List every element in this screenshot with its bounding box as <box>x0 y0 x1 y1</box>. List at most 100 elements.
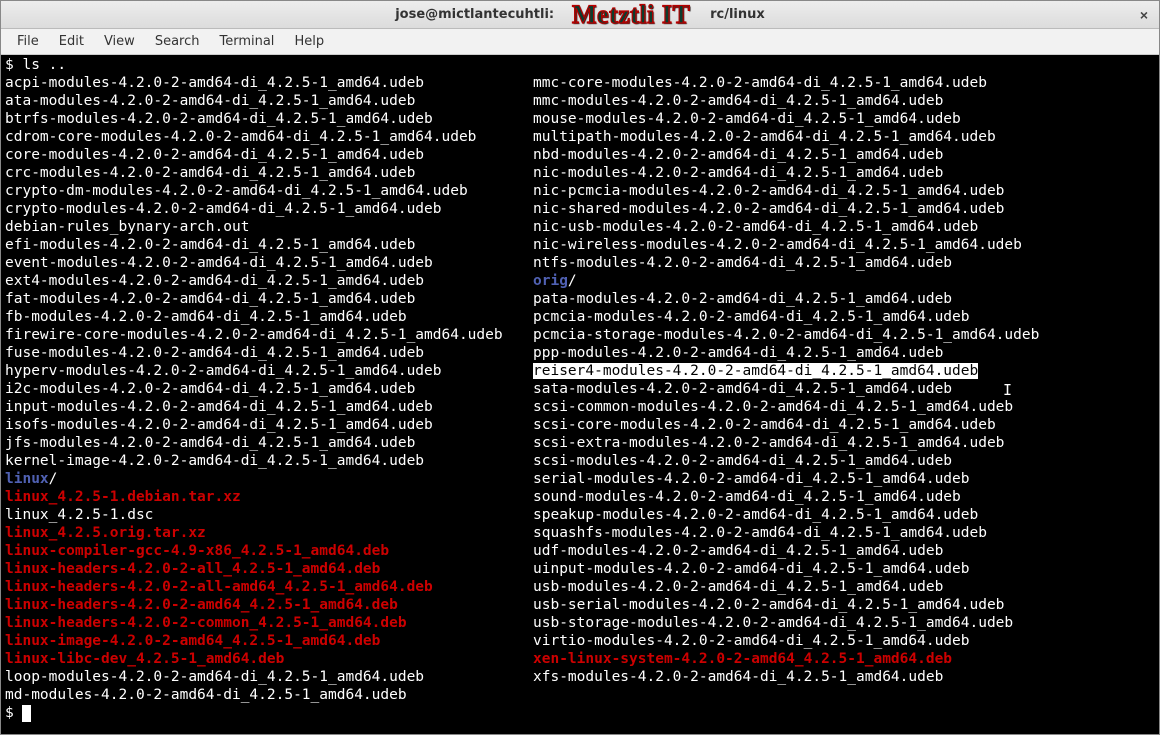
file-name: loop-modules-4.2.0-2-amd64-di_4.2.5-1_am… <box>5 669 424 685</box>
file-entry: debian-rules_bynary-arch.out <box>5 218 533 236</box>
prompt-line: $ ls .. <box>5 56 1155 74</box>
file-name: debian-rules_bynary-arch.out <box>5 219 249 235</box>
file-entry: serial-modules-4.2.0-2-amd64-di_4.2.5-1_… <box>533 470 1155 488</box>
file-entry: nbd-modules-4.2.0-2-amd64-di_4.2.5-1_amd… <box>533 146 1155 164</box>
file-entry: ext4-modules-4.2.0-2-amd64-di_4.2.5-1_am… <box>5 272 533 290</box>
file-entry: uinput-modules-4.2.0-2-amd64-di_4.2.5-1_… <box>533 560 1155 578</box>
close-button[interactable]: × <box>1135 6 1153 24</box>
watermark-logo: Metztli IT <box>572 0 690 30</box>
file-entry: multipath-modules-4.2.0-2-amd64-di_4.2.5… <box>533 128 1155 146</box>
file-name: scsi-common-modules-4.2.0-2-amd64-di_4.2… <box>533 399 1013 415</box>
file-name: core-modules-4.2.0-2-amd64-di_4.2.5-1_am… <box>5 147 424 163</box>
menu-search[interactable]: Search <box>147 31 208 52</box>
file-entry: linux/ <box>5 470 533 488</box>
file-name: linux-compiler-gcc-4.9-x86_4.2.5-1_amd64… <box>5 543 389 559</box>
file-name: nic-usb-modules-4.2.0-2-amd64-di_4.2.5-1… <box>533 219 978 235</box>
file-entry: squashfs-modules-4.2.0-2-amd64-di_4.2.5-… <box>533 524 1155 542</box>
file-entry: hyperv-modules-4.2.0-2-amd64-di_4.2.5-1_… <box>5 362 533 380</box>
menu-terminal[interactable]: Terminal <box>211 31 282 52</box>
file-name: linux_4.2.5-1.dsc <box>5 507 153 523</box>
terminal-viewport[interactable]: $ ls .. acpi-modules-4.2.0-2-amd64-di_4.… <box>1 55 1159 734</box>
file-entry: usb-modules-4.2.0-2-amd64-di_4.2.5-1_amd… <box>533 578 1155 596</box>
file-entry: linux_4.2.5-1.debian.tar.xz <box>5 488 533 506</box>
close-icon: × <box>1140 7 1148 23</box>
file-name: ntfs-modules-4.2.0-2-amd64-di_4.2.5-1_am… <box>533 255 952 271</box>
file-entry: reiser4-modules-4.2.0-2-amd64-di_4.2.5-1… <box>533 362 1155 380</box>
file-name: linux-headers-4.2.0-2-all_4.2.5-1_amd64.… <box>5 561 380 577</box>
file-entry: fat-modules-4.2.0-2-amd64-di_4.2.5-1_amd… <box>5 290 533 308</box>
file-name: xfs-modules-4.2.0-2-amd64-di_4.2.5-1_amd… <box>533 669 943 685</box>
file-entry: isofs-modules-4.2.0-2-amd64-di_4.2.5-1_a… <box>5 416 533 434</box>
file-name: mmc-core-modules-4.2.0-2-amd64-di_4.2.5-… <box>533 75 987 91</box>
file-name: linux-headers-4.2.0-2-common_4.2.5-1_amd… <box>5 615 407 631</box>
file-name: md-modules-4.2.0-2-amd64-di_4.2.5-1_amd6… <box>5 687 407 703</box>
file-entry: fuse-modules-4.2.0-2-amd64-di_4.2.5-1_am… <box>5 344 533 362</box>
file-entry: cdrom-core-modules-4.2.0-2-amd64-di_4.2.… <box>5 128 533 146</box>
file-entry: nic-modules-4.2.0-2-amd64-di_4.2.5-1_amd… <box>533 164 1155 182</box>
file-entry: nic-pcmcia-modules-4.2.0-2-amd64-di_4.2.… <box>533 182 1155 200</box>
file-name: orig <box>533 273 568 289</box>
file-entry: ppp-modules-4.2.0-2-amd64-di_4.2.5-1_amd… <box>533 344 1155 362</box>
menu-file[interactable]: File <box>9 31 47 52</box>
file-entry: btrfs-modules-4.2.0-2-amd64-di_4.2.5-1_a… <box>5 110 533 128</box>
file-entry: firewire-core-modules-4.2.0-2-amd64-di_4… <box>5 326 533 344</box>
file-name: nic-pcmcia-modules-4.2.0-2-amd64-di_4.2.… <box>533 183 1004 199</box>
file-name: hyperv-modules-4.2.0-2-amd64-di_4.2.5-1_… <box>5 363 442 379</box>
menu-view[interactable]: View <box>96 31 143 52</box>
file-name: linux_4.2.5.orig.tar.xz <box>5 525 206 541</box>
file-entry: md-modules-4.2.0-2-amd64-di_4.2.5-1_amd6… <box>5 686 533 704</box>
file-entry: usb-serial-modules-4.2.0-2-amd64-di_4.2.… <box>533 596 1155 614</box>
file-name: efi-modules-4.2.0-2-amd64-di_4.2.5-1_amd… <box>5 237 415 253</box>
file-entry: scsi-common-modules-4.2.0-2-amd64-di_4.2… <box>533 398 1155 416</box>
file-name: fuse-modules-4.2.0-2-amd64-di_4.2.5-1_am… <box>5 345 424 361</box>
file-name: sound-modules-4.2.0-2-amd64-di_4.2.5-1_a… <box>533 489 961 505</box>
file-name: fb-modules-4.2.0-2-amd64-di_4.2.5-1_amd6… <box>5 309 407 325</box>
file-entry: mmc-core-modules-4.2.0-2-amd64-di_4.2.5-… <box>533 74 1155 92</box>
file-entry: linux-headers-4.2.0-2-common_4.2.5-1_amd… <box>5 614 533 632</box>
file-name: jfs-modules-4.2.0-2-amd64-di_4.2.5-1_amd… <box>5 435 415 451</box>
file-name: pcmcia-modules-4.2.0-2-amd64-di_4.2.5-1_… <box>533 309 970 325</box>
file-name: input-modules-4.2.0-2-amd64-di_4.2.5-1_a… <box>5 399 433 415</box>
terminal-content[interactable]: $ ls .. acpi-modules-4.2.0-2-amd64-di_4.… <box>5 56 1155 730</box>
file-name: btrfs-modules-4.2.0-2-amd64-di_4.2.5-1_a… <box>5 111 433 127</box>
file-name: usb-serial-modules-4.2.0-2-amd64-di_4.2.… <box>533 597 1004 613</box>
file-name: ata-modules-4.2.0-2-amd64-di_4.2.5-1_amd… <box>5 93 415 109</box>
window-title: jose@mictlantecuhtli:___________________… <box>1 7 1159 22</box>
file-entry: core-modules-4.2.0-2-amd64-di_4.2.5-1_am… <box>5 146 533 164</box>
file-entry: loop-modules-4.2.0-2-amd64-di_4.2.5-1_am… <box>5 668 533 686</box>
file-name: acpi-modules-4.2.0-2-amd64-di_4.2.5-1_am… <box>5 75 424 91</box>
file-entry: linux-headers-4.2.0-2-all_4.2.5-1_amd64.… <box>5 560 533 578</box>
dir-slash: / <box>568 273 577 289</box>
file-name: serial-modules-4.2.0-2-amd64-di_4.2.5-1_… <box>533 471 970 487</box>
file-entry: orig/ <box>533 272 1155 290</box>
file-entry: scsi-extra-modules-4.2.0-2-amd64-di_4.2.… <box>533 434 1155 452</box>
file-entry: pcmcia-modules-4.2.0-2-amd64-di_4.2.5-1_… <box>533 308 1155 326</box>
file-name: linux-image-4.2.0-2-amd64_4.2.5-1_amd64.… <box>5 633 380 649</box>
file-entry: crypto-dm-modules-4.2.0-2-amd64-di_4.2.5… <box>5 182 533 200</box>
file-entry: crc-modules-4.2.0-2-amd64-di_4.2.5-1_amd… <box>5 164 533 182</box>
menu-edit[interactable]: Edit <box>51 31 92 52</box>
prompt-ps: $ <box>5 56 22 74</box>
file-name: scsi-modules-4.2.0-2-amd64-di_4.2.5-1_am… <box>533 453 952 469</box>
file-name: ext4-modules-4.2.0-2-amd64-di_4.2.5-1_am… <box>5 273 424 289</box>
prompt-line-empty: $ <box>5 704 1155 722</box>
menu-help[interactable]: Help <box>286 31 332 52</box>
file-entry: linux_4.2.5.orig.tar.xz <box>5 524 533 542</box>
file-name: sata-modules-4.2.0-2-amd64-di_4.2.5-1_am… <box>533 381 952 397</box>
file-entry: virtio-modules-4.2.0-2-amd64-di_4.2.5-1_… <box>533 632 1155 650</box>
prompt-ps-end: $ <box>5 704 22 722</box>
file-entry: speakup-modules-4.2.0-2-amd64-di_4.2.5-1… <box>533 506 1155 524</box>
file-entry: xen-linux-system-4.2.0-2-amd64_4.2.5-1_a… <box>533 650 1155 668</box>
title-left: jose@mictlantecuhtli: <box>395 7 554 22</box>
file-name: event-modules-4.2.0-2-amd64-di_4.2.5-1_a… <box>5 255 433 271</box>
titlebar[interactable]: jose@mictlantecuhtli:___________________… <box>1 1 1159 29</box>
file-entry: pata-modules-4.2.0-2-amd64-di_4.2.5-1_am… <box>533 290 1155 308</box>
file-entry: pcmcia-storage-modules-4.2.0-2-amd64-di_… <box>533 326 1155 344</box>
file-entry: jfs-modules-4.2.0-2-amd64-di_4.2.5-1_amd… <box>5 434 533 452</box>
file-entry: linux-libc-dev_4.2.5-1_amd64.deb <box>5 650 533 668</box>
file-entry: linux-headers-4.2.0-2-all-amd64_4.2.5-1_… <box>5 578 533 596</box>
file-name: usb-modules-4.2.0-2-amd64-di_4.2.5-1_amd… <box>533 579 943 595</box>
file-entry: ata-modules-4.2.0-2-amd64-di_4.2.5-1_amd… <box>5 92 533 110</box>
file-name: nic-shared-modules-4.2.0-2-amd64-di_4.2.… <box>533 201 1004 217</box>
terminal-cursor <box>22 705 31 722</box>
